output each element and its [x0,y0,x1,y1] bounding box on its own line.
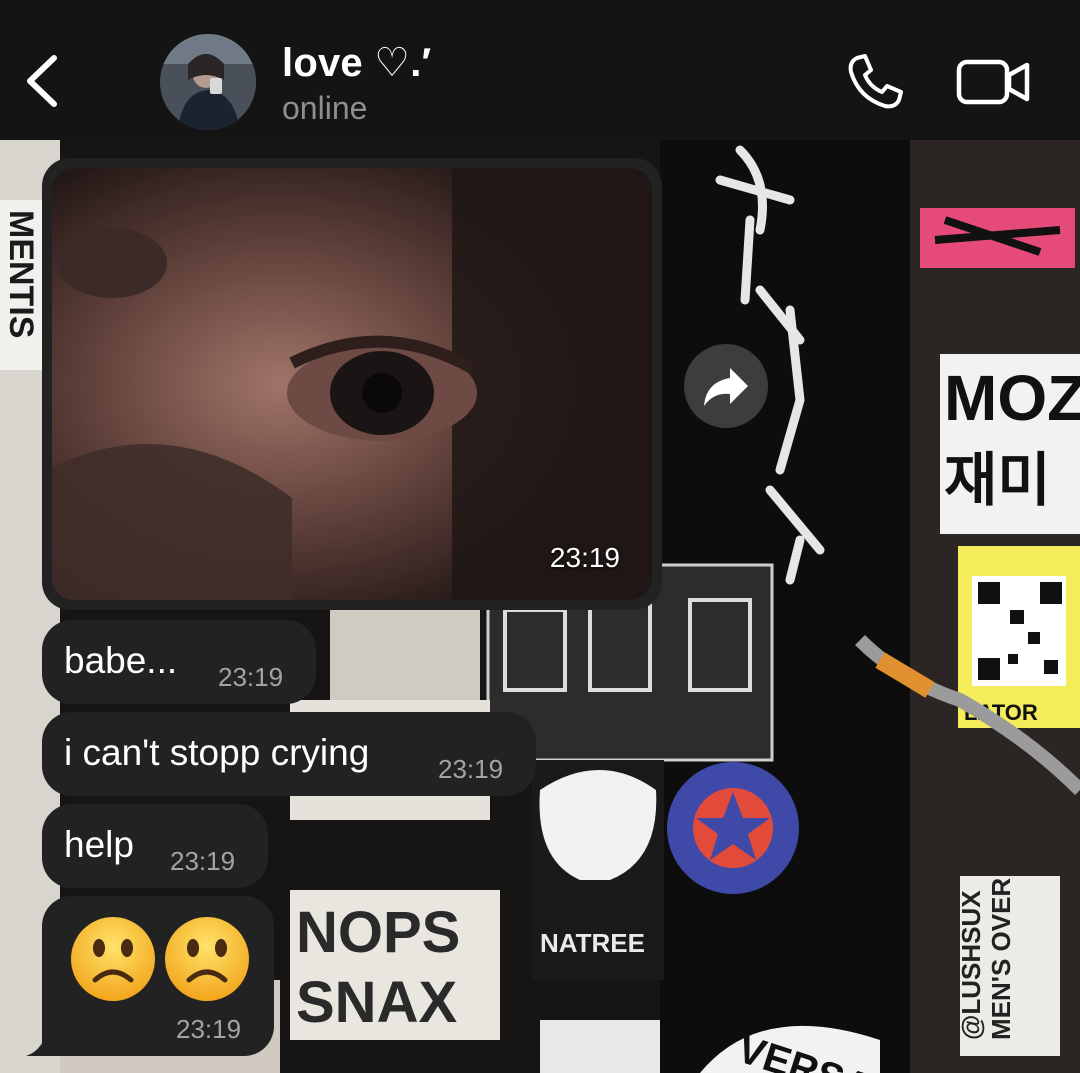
photo-message[interactable]: 23:19 [42,158,662,610]
emoji-message[interactable]: 23:19 [42,896,274,1056]
video-camera-icon [956,59,1030,105]
chat-header: love ♡.′ online [0,0,1080,140]
call-button[interactable] [845,52,905,112]
svg-text:NOPS: NOPS [296,900,460,965]
video-call-button[interactable] [955,55,1031,109]
message-bubble[interactable]: i can't stopp crying 23:19 [42,712,536,796]
message-text: help [64,824,134,865]
back-button[interactable] [18,46,68,116]
message-time: 23:19 [438,754,504,784]
message-time: 23:19 [549,542,620,573]
phone-icon [848,54,903,109]
message-bubble[interactable]: help 23:19 [42,804,268,888]
svg-text:MENTIS: MENTIS [2,210,40,338]
message-time: 23:19 [176,1014,242,1044]
avatar[interactable] [160,34,256,130]
bubble-tail [26,1026,62,1056]
svg-text:재미: 재미 [944,446,1051,514]
message-time: 23:19 [170,846,236,876]
forward-button[interactable] [684,344,768,428]
message-text: babe... [64,640,178,681]
frowning-face-icon [71,917,155,1001]
frowning-face-icon [165,917,249,1001]
forward-arrow-icon [704,368,748,406]
svg-text:@LUSHSUX: @LUSHSUX [956,890,986,1040]
chevron-left-icon [27,55,57,107]
message-bubble[interactable]: babe... 23:19 [42,620,316,704]
message-photo[interactable]: 23:19 [52,168,652,600]
svg-text:MEN'S OVER: MEN'S OVER [986,878,1016,1040]
chat-status: online [282,90,368,126]
chat-title[interactable]: love ♡.′ [282,40,431,86]
svg-text:SNAX: SNAX [296,970,457,1035]
svg-text:MOZ: MOZ [944,362,1080,434]
message-time: 23:19 [218,662,284,692]
message-text: i can't stopp crying [64,732,370,773]
svg-text:NATREE: NATREE [540,928,645,958]
